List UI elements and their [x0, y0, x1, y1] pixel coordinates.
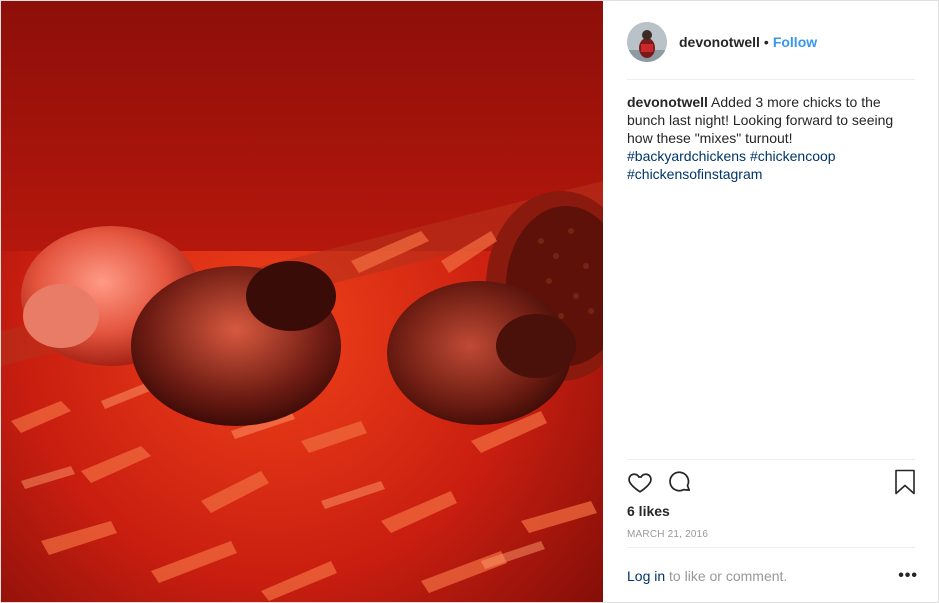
login-prompt: Log in to like or comment.	[627, 568, 917, 584]
comment-button[interactable]	[667, 467, 697, 497]
action-bar	[627, 467, 919, 501]
caption-username[interactable]: devonotwell	[627, 94, 708, 110]
instagram-post: devonotwell • Follow devonotwell Added 3…	[0, 0, 939, 603]
chicks-photo-image	[1, 1, 603, 602]
post-sidebar: devonotwell • Follow devonotwell Added 3…	[603, 1, 938, 602]
like-button[interactable]	[627, 467, 657, 497]
post-caption: devonotwell Added 3 more chicks to the b…	[627, 93, 911, 183]
header-username[interactable]: devonotwell	[679, 34, 760, 50]
post-date: MARCH 21, 2016	[627, 529, 709, 540]
divider	[627, 547, 915, 548]
hashtag-link[interactable]: #chickencoop	[750, 148, 836, 164]
likes-count[interactable]: 6 likes	[627, 503, 670, 519]
bookmark-icon	[895, 469, 915, 495]
avatar-image	[627, 22, 667, 62]
save-button[interactable]	[893, 467, 923, 497]
follow-button[interactable]: Follow	[773, 34, 817, 50]
avatar[interactable]	[627, 22, 667, 62]
more-options-icon[interactable]: •••	[898, 567, 918, 585]
comment-icon	[669, 471, 691, 492]
divider	[627, 79, 915, 80]
post-photo[interactable]	[1, 1, 603, 602]
login-link[interactable]: Log in	[627, 568, 665, 584]
hashtag-link[interactable]: #chickensofinstagram	[627, 166, 762, 182]
hashtag-link[interactable]: #backyardchickens	[627, 148, 746, 164]
post-header: devonotwell • Follow	[627, 20, 915, 64]
separator-dot: •	[763, 34, 769, 50]
login-prompt-text: to like or comment.	[665, 568, 788, 584]
divider	[627, 459, 915, 460]
heart-icon	[628, 473, 652, 493]
